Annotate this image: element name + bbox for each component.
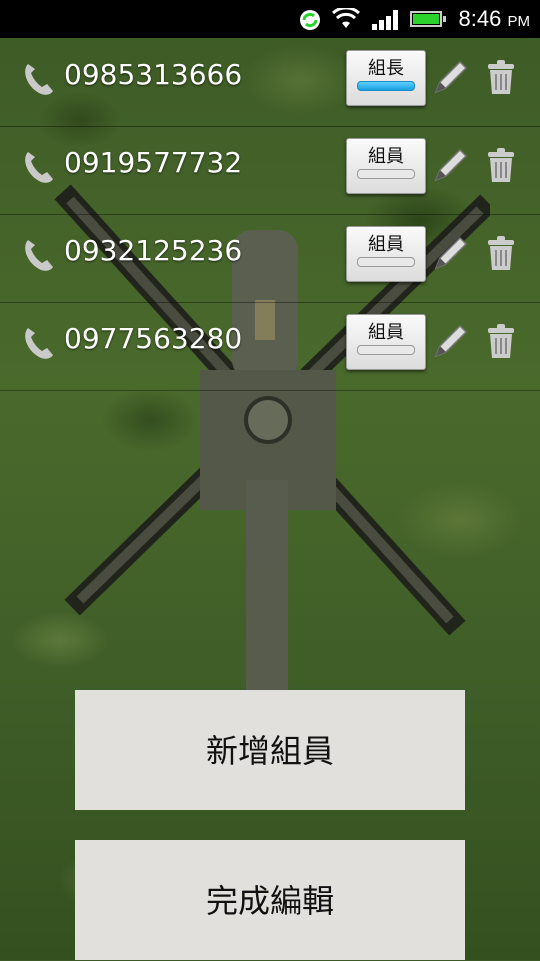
phone-number: 0932125236	[64, 234, 243, 267]
member-row: 0932125236 組員	[0, 214, 540, 303]
pencil-icon[interactable]	[432, 56, 472, 96]
role-toggle-button[interactable]: 組員	[346, 138, 426, 194]
phone-number: 0985313666	[64, 58, 243, 91]
wifi-icon	[332, 8, 360, 28]
status-bar: 8:46 PM	[0, 0, 540, 38]
pencil-icon[interactable]	[432, 144, 472, 184]
role-toggle-button[interactable]: 組長	[346, 50, 426, 106]
pencil-icon[interactable]	[432, 320, 472, 360]
clock: 8:46 PM	[458, 6, 530, 31]
member-row: 0919577732 組員	[0, 126, 540, 215]
sync-icon	[300, 10, 320, 30]
phone-icon[interactable]	[20, 324, 58, 362]
role-label: 組員	[368, 322, 404, 343]
role-indicator	[357, 345, 415, 355]
role-label: 組員	[368, 234, 404, 255]
member-row: 0977563280 組員	[0, 302, 540, 391]
trash-icon[interactable]	[486, 58, 516, 96]
member-row: 0985313666 組長	[0, 38, 540, 127]
role-label: 組長	[368, 58, 404, 79]
battery-icon	[410, 11, 446, 27]
phone-number: 0977563280	[64, 322, 243, 355]
role-indicator	[357, 257, 415, 267]
trash-icon[interactable]	[486, 234, 516, 272]
add-member-button[interactable]: 新增組員	[75, 690, 465, 810]
role-toggle-button[interactable]: 組員	[346, 314, 426, 370]
signal-icon	[372, 10, 398, 30]
finish-edit-button[interactable]: 完成編輯	[75, 840, 465, 960]
role-indicator	[357, 169, 415, 179]
role-indicator	[357, 81, 415, 91]
role-label: 組員	[368, 146, 404, 167]
pencil-icon[interactable]	[432, 232, 472, 272]
role-toggle-button[interactable]: 組員	[346, 226, 426, 282]
trash-icon[interactable]	[486, 322, 516, 360]
phone-icon[interactable]	[20, 236, 58, 274]
phone-icon[interactable]	[20, 148, 58, 186]
trash-icon[interactable]	[486, 146, 516, 184]
phone-icon[interactable]	[20, 60, 58, 98]
phone-number: 0919577732	[64, 146, 243, 179]
